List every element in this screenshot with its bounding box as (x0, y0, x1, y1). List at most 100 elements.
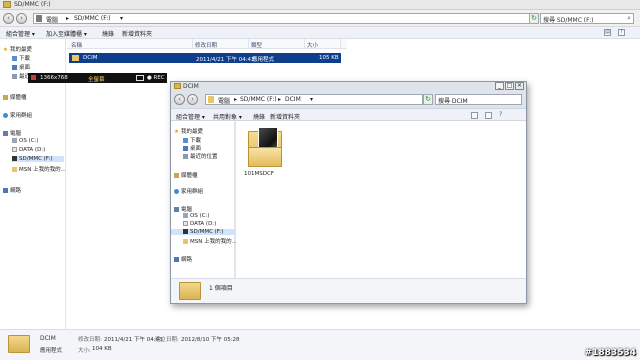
nav-computer[interactable]: 電腦 (3, 129, 21, 137)
drive-icon (183, 221, 188, 226)
minimize-icon[interactable]: _ (495, 82, 504, 90)
nav-msn-folder[interactable]: MSN 上我的我的... (183, 237, 237, 245)
breadcrumb-sdmmc[interactable]: SD/MMC (F:) (240, 96, 277, 103)
forward-icon[interactable]: › (16, 13, 27, 24)
nav-computer[interactable]: 電腦 (174, 205, 192, 213)
nav-downloads[interactable]: 下載 (12, 54, 30, 62)
nav-drive-c[interactable]: OS (C:) (183, 213, 210, 219)
chevron-down-icon[interactable]: ▾ (310, 96, 313, 103)
new-folder-button[interactable]: 新增資料夾 (122, 29, 152, 38)
organize-button[interactable]: 組合管理 ▾ (6, 29, 35, 38)
selected-folder-icon (8, 335, 30, 353)
recording-overlay-bar: 1366x768 全螢幕 ● REC (28, 73, 167, 83)
organize-button[interactable]: 組合管理 ▾ (176, 112, 205, 121)
column-header-row: 名稱 修改日期 類型 大小 (67, 39, 347, 49)
breadcrumb-sdmmc[interactable]: SD/MMC (F:) (74, 15, 111, 22)
nav-drive-d[interactable]: DATA (D:) (12, 147, 45, 153)
column-type[interactable]: 類型 (249, 39, 305, 49)
network-icon (174, 257, 179, 262)
folder-app-icon (3, 1, 11, 8)
inner-address-bar[interactable]: 電腦 ▸ SD/MMC (F:) ▸ DCIM ▾ (205, 94, 423, 105)
breadcrumb-computer[interactable]: 電腦 (218, 96, 230, 105)
nav-drive-d[interactable]: DATA (D:) (183, 221, 216, 227)
back-icon[interactable]: ‹ (174, 94, 185, 105)
column-name[interactable]: 名稱 (69, 39, 193, 49)
recorder-icon (31, 75, 36, 80)
nav-recent-places[interactable]: 最近的位置 (183, 152, 218, 160)
column-size[interactable]: 大小 (305, 39, 341, 49)
downloads-icon (12, 56, 17, 61)
outer-title-bar: SD/MMC (F:) (0, 0, 640, 10)
new-folder-button[interactable]: 新增資料夾 (270, 112, 300, 121)
downloads-icon (183, 138, 188, 143)
nav-drive-f[interactable]: SD/MMC (F:) (12, 156, 64, 162)
file-row-dcim[interactable]: DCIM 2011/4/21 下午 04:43 應用程式 105 KB (69, 53, 341, 63)
help-icon[interactable]: ? (618, 29, 625, 36)
preview-pane-icon[interactable] (485, 112, 492, 119)
add-to-library-button[interactable]: 加入至媒體櫃 ▾ (46, 29, 87, 38)
folder-icon (72, 55, 79, 61)
chevron-down-icon[interactable]: ▾ (120, 15, 123, 22)
view-options-icon[interactable]: ▤ (604, 29, 611, 36)
nav-homegroup[interactable]: 家用群組 (174, 187, 203, 195)
inner-status-bar: 1 個項目 (171, 278, 526, 303)
share-with-button[interactable]: 共用對象 ▾ (213, 112, 242, 121)
library-icon (3, 95, 8, 100)
help-icon[interactable]: ? (499, 111, 502, 118)
detail-modified: 2011/4/21 下午 04:43 (104, 337, 163, 343)
forward-icon[interactable]: › (187, 94, 198, 105)
maximize-icon[interactable]: □ (505, 82, 514, 90)
outer-search-placeholder: 搜尋 SD/MMC (F:) (543, 17, 594, 24)
desktop-icon (12, 65, 17, 70)
view-options-icon[interactable] (471, 112, 478, 119)
outer-address-bar[interactable]: 電腦 ▸ SD/MMC (F:) ▾ (33, 13, 530, 24)
detail-created-label: 建立日期: (155, 337, 179, 343)
computer-icon (174, 207, 179, 212)
burn-button[interactable]: 燒錄 (253, 112, 265, 121)
nav-desktop[interactable]: 桌面 (183, 144, 201, 152)
refresh-icon[interactable]: ↻ (529, 13, 539, 24)
nav-homegroup[interactable]: 家用群組 (3, 111, 32, 119)
camera-icon[interactable] (136, 75, 144, 81)
homegroup-icon (3, 113, 8, 118)
breadcrumb-computer[interactable]: 電腦 (46, 15, 58, 24)
folder-item-101msdcf[interactable] (248, 127, 282, 167)
file-name: DCIM (83, 55, 98, 61)
status-folder-icon (179, 282, 201, 300)
inner-file-view: 101MSDCF (236, 121, 526, 278)
nav-libraries[interactable]: 媒體櫃 (174, 171, 198, 179)
inner-explorer-window: DCIM _ □ × ‹ › 電腦 ▸ SD/MMC (F:) ▸ DCIM ▾… (170, 81, 527, 304)
nav-network[interactable]: 網路 (174, 255, 192, 263)
folder-icon (183, 239, 188, 244)
column-date-modified[interactable]: 修改日期 (193, 39, 249, 49)
drive-icon (12, 138, 17, 143)
nav-downloads[interactable]: 下載 (183, 136, 201, 144)
back-icon[interactable]: ‹ (3, 13, 14, 24)
detail-modified-label: 修改日期: (78, 337, 102, 343)
breadcrumb-dcim[interactable]: DCIM (285, 96, 301, 103)
nav-libraries[interactable]: 媒體櫃 (3, 93, 27, 101)
inner-search-input[interactable]: 搜尋 DCIM (435, 94, 522, 105)
refresh-icon[interactable]: ↻ (423, 94, 433, 105)
inner-navigation-pane: ★ 我的最愛 下載 桌面 最近的位置 媒體櫃 家用群組 電腦 OS (C:) DA… (171, 121, 237, 278)
item-count: 1 個項目 (209, 285, 233, 292)
overlay-fullscreen-label[interactable]: 全螢幕 (88, 75, 105, 83)
nav-favorites[interactable]: ★ 我的最愛 (174, 127, 203, 135)
nav-drive-c[interactable]: OS (C:) (12, 138, 39, 144)
address-drive-icon (36, 15, 42, 22)
nav-favorites[interactable]: ★ 我的最愛 (3, 45, 32, 53)
inner-title-bar: DCIM _ □ × (171, 82, 526, 91)
outer-search-input[interactable]: 搜尋 SD/MMC (F:) ⌕ (540, 13, 634, 24)
overlay-rec[interactable]: ● REC (147, 75, 165, 81)
detail-name: DCIM (40, 335, 56, 342)
nav-msn-folder[interactable]: MSN 上我的我的... (12, 165, 66, 173)
nav-desktop[interactable]: 桌面 (12, 63, 30, 71)
burn-button[interactable]: 燒錄 (102, 29, 114, 38)
inner-window-title: DCIM (183, 83, 199, 90)
close-icon[interactable]: × (515, 82, 524, 90)
nav-network[interactable]: 網路 (3, 186, 21, 194)
inner-search-placeholder: 搜尋 DCIM (438, 98, 468, 105)
nav-drive-f[interactable]: SD/MMC (F:) (171, 229, 235, 235)
recent-places-icon (183, 154, 188, 159)
detail-type: 應用程式 (40, 348, 63, 354)
